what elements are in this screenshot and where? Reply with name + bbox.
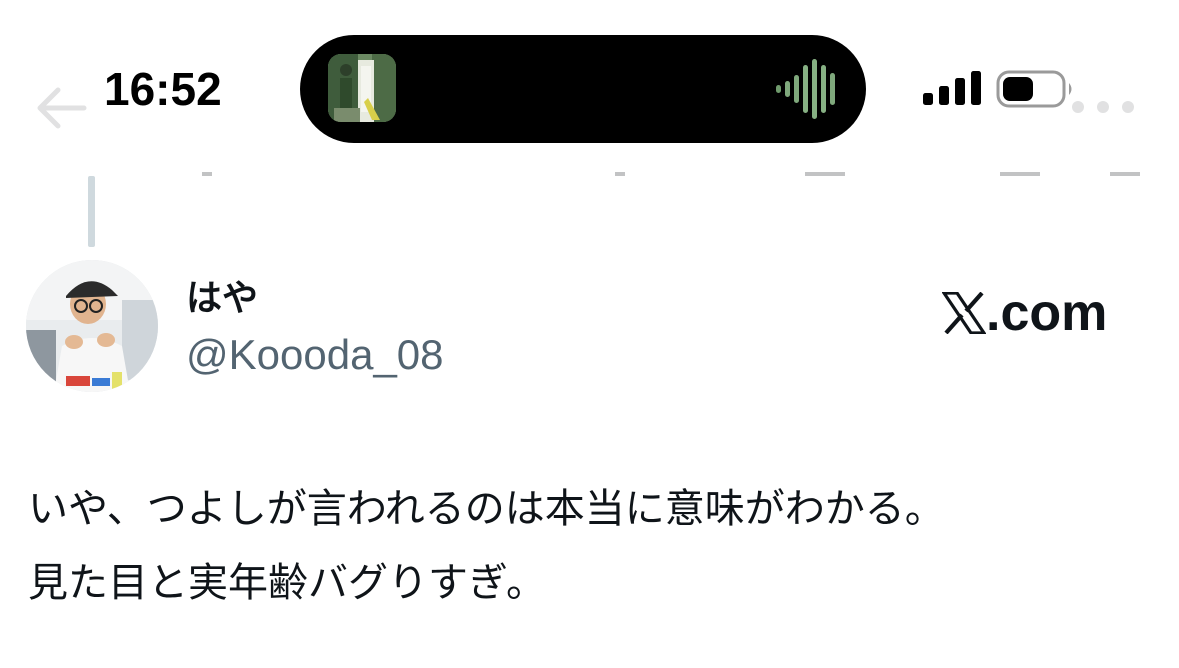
cut-off-content-strip: [202, 172, 1140, 176]
display-name[interactable]: はや: [186, 276, 258, 322]
thread-connector-line: [88, 176, 95, 247]
tweet-text-line: 見た目と実年齢バグりすぎ。: [28, 560, 546, 606]
now-playing-artwork: [328, 54, 396, 122]
user-handle[interactable]: @Koooda_08: [186, 330, 444, 380]
audio-waveform-icon: [776, 59, 835, 119]
x-logo-icon: [942, 292, 986, 334]
x-com-logo: .com: [942, 284, 1108, 342]
x-com-label: .com: [986, 284, 1108, 342]
dynamic-island[interactable]: [300, 35, 866, 143]
cellular-signal-icon: [923, 71, 981, 105]
tweet-screenshot: 16:52 はや @Koooda_08 .com いや、つよしが言われるのは本当…: [0, 0, 1179, 668]
status-time: 16:52: [104, 63, 222, 115]
tweet-text-line: いや、つよしが言われるのは本当に意味がわかる。: [28, 486, 945, 532]
back-arrow-icon[interactable]: [34, 86, 88, 130]
battery-icon: [996, 70, 1072, 108]
tweet-text: いや、つよしが言われるのは本当に意味がわかる。 見た目と実年齢バグりすぎ。: [28, 472, 1158, 620]
more-dots-icon[interactable]: [1068, 92, 1138, 122]
avatar[interactable]: [26, 260, 158, 392]
